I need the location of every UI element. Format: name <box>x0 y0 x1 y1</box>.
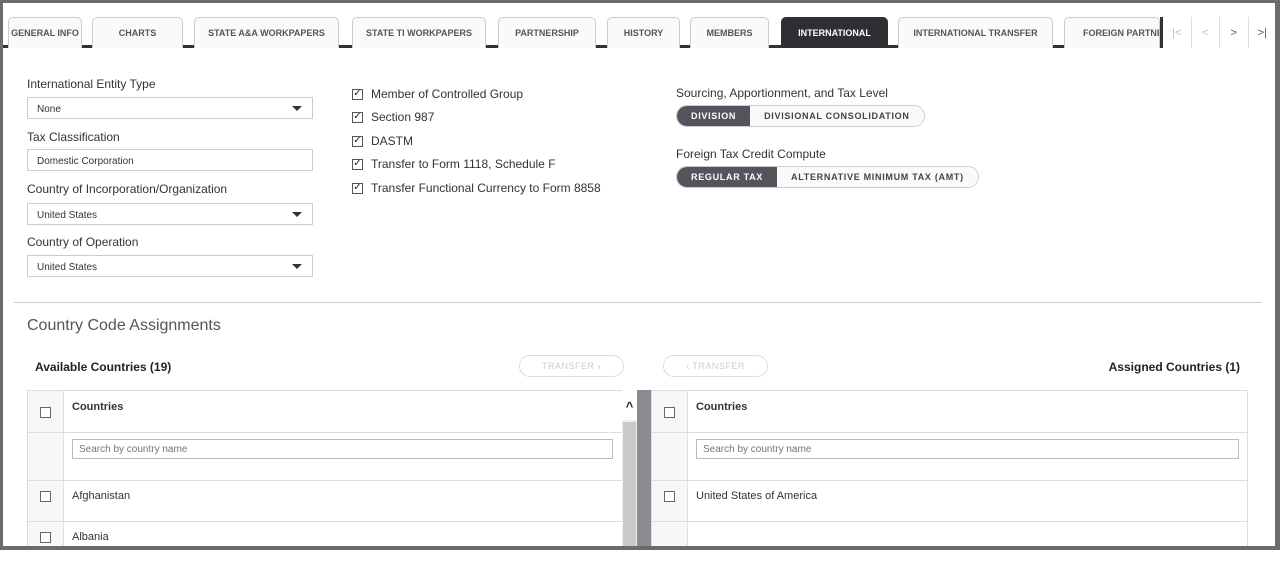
row-checkbox[interactable] <box>664 491 675 502</box>
column-header-countries: Countries <box>696 401 748 413</box>
tab-foreign-partner[interactable]: FOREIGN PARTNE <box>1064 17 1160 48</box>
country-operation-label: Country of Operation <box>27 235 139 249</box>
checkbox-label: DASTM <box>371 134 413 148</box>
scrollbar[interactable]: ^ <box>622 390 637 550</box>
last-tab-button[interactable]: >| <box>1249 17 1277 48</box>
tab-members[interactable]: MEMBERS <box>690 17 769 48</box>
checkbox-checked-icon[interactable]: ✓ <box>352 88 363 100</box>
tab-history[interactable]: HISTORY <box>607 17 680 48</box>
tab-state-aa-workpapers[interactable]: STATE A&A WORKPAPERS <box>194 17 339 48</box>
checkbox-form-1118[interactable]: ✓ Transfer to Form 1118, Schedule F <box>352 157 556 171</box>
section-divider <box>14 302 1262 303</box>
column-header-countries: Countries <box>72 401 124 413</box>
panel-splitter[interactable] <box>637 390 651 550</box>
assigned-search-input[interactable] <box>696 439 1239 459</box>
prev-tab-button[interactable]: < <box>1192 17 1220 48</box>
checkbox-checked-icon[interactable]: ✓ <box>352 182 363 194</box>
country-incorporation-value: United States <box>37 210 98 221</box>
table-row[interactable]: Afghanistan <box>28 481 622 522</box>
table-header: Countries <box>652 391 1247 433</box>
available-search-input[interactable] <box>72 439 613 459</box>
tab-general-info[interactable]: GENERAL INFO <box>8 17 82 48</box>
chevron-down-icon <box>292 264 302 269</box>
sourcing-division-option[interactable]: DIVISION <box>677 106 751 126</box>
table-row[interactable]: United States of America <box>652 481 1247 522</box>
country-name: United States of America <box>696 490 818 502</box>
checkbox-label: Transfer Functional Currency to Form 885… <box>371 181 601 195</box>
tab-navigation: |< < > >| <box>1160 17 1276 48</box>
tab-bar: GENERAL INFO CHARTS STATE A&A WORKPAPERS… <box>3 3 1276 48</box>
checkbox-section-987[interactable]: ✓ Section 987 <box>352 110 434 124</box>
search-row <box>28 433 622 481</box>
tab-international[interactable]: INTERNATIONAL <box>781 17 888 48</box>
sourcing-label: Sourcing, Apportionment, and Tax Level <box>676 86 888 100</box>
checkbox-dastm[interactable]: ✓ DASTM <box>352 134 413 148</box>
checkbox-form-8858[interactable]: ✓ Transfer Functional Currency to Form 88… <box>352 181 601 195</box>
first-tab-button[interactable]: |< <box>1163 17 1192 48</box>
checkbox-label: Transfer to Form 1118, Schedule F <box>371 157 556 171</box>
tab-partnership[interactable]: PARTNERSHIP <box>498 17 596 48</box>
checkbox-checked-icon[interactable]: ✓ <box>352 135 363 147</box>
assigned-countries-label: Assigned Countries (1) <box>1108 360 1240 374</box>
country-operation-select[interactable]: United States <box>27 255 313 277</box>
tax-classification-value: Domestic Corporation <box>37 156 134 167</box>
ftc-regular-tax-option[interactable]: REGULAR TAX <box>677 167 778 187</box>
checkbox-controlled-group[interactable]: ✓ Member of Controlled Group <box>352 87 523 101</box>
country-incorporation-label: Country of Incorporation/Organization <box>27 182 228 196</box>
section-title: Country Code Assignments <box>27 317 221 334</box>
checkbox-checked-icon[interactable]: ✓ <box>352 111 363 123</box>
tax-classification-input[interactable]: Domestic Corporation <box>27 149 313 171</box>
country-name: Afghanistan <box>72 490 131 502</box>
scroll-up-arrow-icon[interactable]: ^ <box>622 390 637 420</box>
ftc-toggle: REGULAR TAX ALTERNATIVE MINIMUM TAX (AMT… <box>676 166 979 188</box>
sourcing-divisional-consolidation-option[interactable]: DIVISIONAL CONSOLIDATION <box>750 106 924 126</box>
scrollbar-thumb[interactable] <box>623 422 636 550</box>
assigned-countries-table: Countries United States of America <box>651 390 1248 550</box>
sourcing-toggle: DIVISION DIVISIONAL CONSOLIDATION <box>676 105 925 127</box>
available-countries-label: Available Countries (19) <box>35 360 172 374</box>
select-all-checkbox[interactable] <box>664 407 675 418</box>
checkbox-checked-icon[interactable]: ✓ <box>352 158 363 170</box>
ftc-label: Foreign Tax Credit Compute <box>676 147 826 161</box>
select-all-checkbox[interactable] <box>40 407 51 418</box>
tab-charts[interactable]: CHARTS <box>92 17 183 48</box>
row-checkbox[interactable] <box>40 491 51 502</box>
available-countries-table: Countries Afghanistan Albania <box>27 390 623 550</box>
chevron-down-icon <box>292 106 302 111</box>
entity-type-value: None <box>37 104 61 115</box>
transfer-left-button[interactable]: ‹ TRANSFER <box>663 355 768 377</box>
country-incorporation-select[interactable]: United States <box>27 203 313 225</box>
entity-type-label: International Entity Type <box>27 77 156 91</box>
tab-state-ti-workpapers[interactable]: STATE TI WORKPAPERS <box>352 17 486 48</box>
next-tab-button[interactable]: > <box>1220 17 1249 48</box>
ftc-amt-option[interactable]: ALTERNATIVE MINIMUM TAX (AMT) <box>777 167 978 187</box>
country-operation-value: United States <box>37 262 98 273</box>
transfer-right-button[interactable]: TRANSFER › <box>519 355 624 377</box>
entity-type-select[interactable]: None <box>27 97 313 119</box>
row-checkbox[interactable] <box>40 532 51 543</box>
tab-international-transfer[interactable]: INTERNATIONAL TRANSFER <box>898 17 1053 48</box>
checkbox-label: Section 987 <box>371 110 435 124</box>
country-name: Albania <box>72 531 109 543</box>
table-header: Countries <box>28 391 622 433</box>
tax-classification-label: Tax Classification <box>27 130 120 144</box>
search-row <box>652 433 1247 481</box>
checkbox-label: Member of Controlled Group <box>371 87 524 101</box>
table-row[interactable]: Albania <box>28 522 622 563</box>
chevron-down-icon <box>292 212 302 217</box>
